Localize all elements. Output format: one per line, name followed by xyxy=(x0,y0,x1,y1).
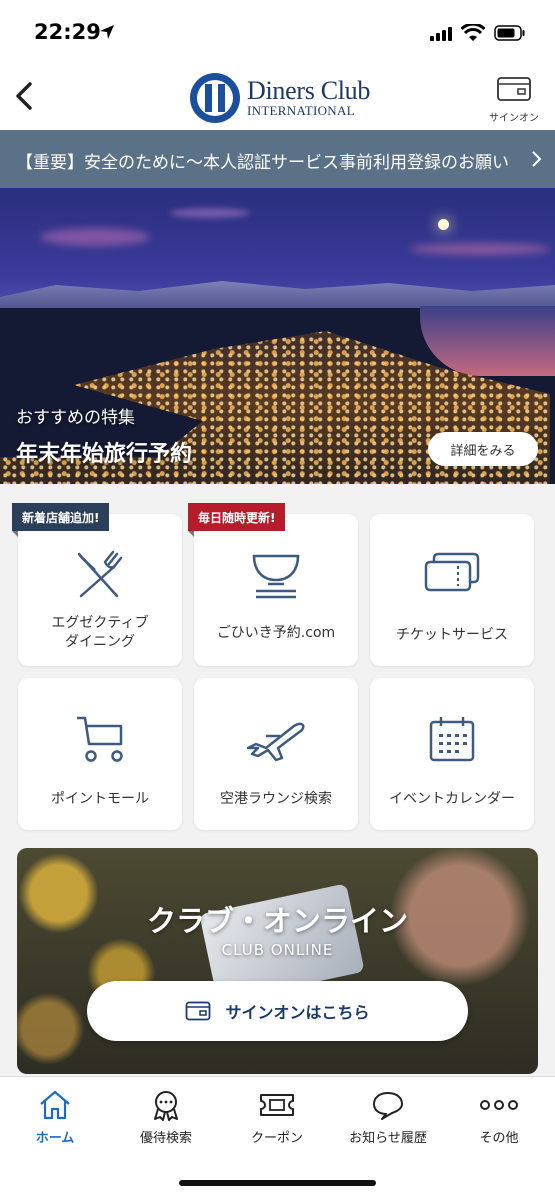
moon xyxy=(438,219,449,230)
tile-gohiiki-reservation[interactable]: ごひいき予約.com xyxy=(194,514,358,666)
logo-subtext: INTERNATIONAL xyxy=(247,103,355,118)
cart-icon xyxy=(77,716,123,762)
tab-notifications-history[interactable]: お知らせ履歴 xyxy=(338,1089,438,1146)
location-arrow-icon xyxy=(100,25,114,39)
tile-executive-dining[interactable]: エグゼクティブ ダイニング xyxy=(18,514,182,666)
status-bar: 22:29 xyxy=(0,0,555,64)
dining-icon xyxy=(77,550,123,598)
tile-label: 空港ラウンジ検索 xyxy=(220,791,332,807)
speech-bubble-icon xyxy=(373,1092,403,1120)
home-icon xyxy=(40,1090,70,1120)
tab-benefit-search[interactable]: 優待検索 xyxy=(116,1089,216,1146)
back-arrow-icon[interactable] xyxy=(10,78,40,114)
tile-airport-lounge[interactable]: 空港ラウンジ検索 xyxy=(194,678,358,830)
coupon-icon xyxy=(260,1094,294,1116)
tab-more[interactable]: その他 xyxy=(449,1089,549,1146)
tile-point-mall[interactable]: ポイントモール xyxy=(18,678,182,830)
chevron-right-icon xyxy=(532,151,542,167)
wifi-icon xyxy=(461,24,485,41)
calendar-icon xyxy=(429,717,475,762)
club-online-subtitle: CLUB ONLINE xyxy=(221,941,334,959)
logo-wordmark: Diners Club xyxy=(247,76,371,105)
status-time: 22:29 xyxy=(34,20,101,44)
club-online-title: クラブ・オンライン xyxy=(146,904,408,938)
diners-club-logo: Diners Club INTERNATIONAL xyxy=(189,72,370,124)
card-icon xyxy=(186,1001,211,1021)
important-notice-banner[interactable]: 【重要】安全のために〜本人認証サービス事前利用登録のお願い xyxy=(0,130,555,188)
tab-coupon[interactable]: クーポン xyxy=(227,1089,327,1146)
diners-logo-mark-icon xyxy=(190,73,240,123)
card-icon xyxy=(497,77,531,101)
hero-details-button[interactable]: 詳細をみる xyxy=(428,432,538,466)
hero-title: 年末年始旅行予約 xyxy=(16,442,193,467)
tile-label: ごひいき予約.com xyxy=(216,625,336,641)
home-indicator xyxy=(179,1180,376,1186)
ticket-icon xyxy=(424,552,480,592)
tile-label: イベントカレンダー xyxy=(389,791,515,807)
badge-new-store: 新着店舗追加! xyxy=(12,503,110,537)
notice-text: 【重要】安全のために〜本人認証サービス事前利用登録のお願い xyxy=(16,153,509,173)
featured-hero-banner[interactable]: おすすめの特集 年末年始旅行予約 詳細をみる xyxy=(0,188,555,484)
club-signon-label: サインオンはこちら xyxy=(225,1003,370,1022)
signon-button[interactable]: サインオン xyxy=(488,76,540,124)
tile-label: ポイントモール xyxy=(51,791,149,807)
club-signon-button[interactable]: サインオンはこちら xyxy=(87,981,468,1041)
app-header: Diners Club INTERNATIONAL サインオン xyxy=(0,64,555,130)
badge-icon xyxy=(154,1091,178,1121)
tab-home[interactable]: ホーム xyxy=(5,1089,105,1146)
hero-subtitle: おすすめの特集 xyxy=(16,408,135,428)
airplane-icon xyxy=(246,722,305,762)
club-online-banner: クラブ・オンライン CLUB ONLINE サインオンはこちら xyxy=(17,848,538,1074)
cellular-signal-icon xyxy=(430,27,452,41)
signon-label: サインオン xyxy=(489,113,539,124)
more-icon xyxy=(480,1100,518,1110)
tile-event-calendar[interactable]: イベントカレンダー xyxy=(370,678,534,830)
tile-ticket-service[interactable]: チケットサービス xyxy=(370,514,534,666)
battery-icon xyxy=(494,25,525,41)
tile-label: チケットサービス xyxy=(396,627,508,643)
tile-label: エグゼクティブ ダイニング xyxy=(51,615,149,650)
bowl-icon xyxy=(252,554,300,599)
badge-daily-update: 毎日随時更新! xyxy=(188,503,286,537)
